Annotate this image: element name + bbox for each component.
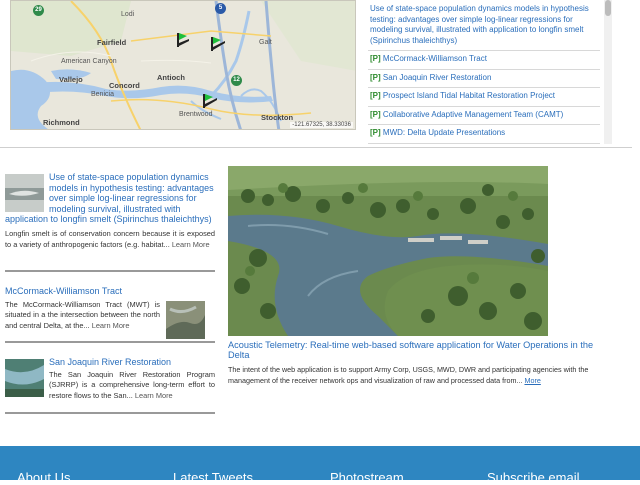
list-item[interactable]: Use of state-space population dynamics m… [368, 0, 600, 51]
footer-heading-subscribe-email: Subscribe email [487, 470, 580, 485]
list-item-label[interactable]: Prospect Island Tidal Habitat Restoratio… [383, 91, 555, 100]
list-item-tag: [P] [370, 109, 381, 119]
hero-title-link[interactable]: Acoustic Telemetry: Real-time web-based … [228, 340, 603, 360]
place-vallejo: Vallejo [59, 75, 83, 84]
feature-card-longfin-smelt: Use of state-space population dynamics m… [5, 172, 215, 272]
highway-12-shield: 12 [231, 75, 242, 86]
list-scrollbar[interactable] [604, 0, 612, 144]
site-footer: About Us Latest Tweets Photostream Subsc… [0, 446, 640, 485]
footer-heading-photostream: Photostream [330, 470, 404, 485]
hero-more-link[interactable]: More [524, 376, 540, 385]
hero-summary: The intent of the web application is to … [228, 364, 604, 386]
hero-image[interactable] [228, 166, 548, 336]
section-divider [0, 147, 632, 148]
list-item-tag: [P] [370, 72, 381, 82]
place-concord: Concord [109, 81, 140, 90]
learn-more-link[interactable]: Learn More [172, 240, 210, 249]
feature-card-san-joaquin: San Joaquin River Restoration The San Jo… [5, 357, 215, 414]
list-item-tag: [P] [370, 91, 381, 100]
list-item[interactable]: [P] McCormack-Williamson Tract [368, 51, 600, 70]
place-benicia: Benicia [91, 91, 114, 98]
learn-more-link[interactable]: Learn More [92, 321, 130, 330]
place-stockton: Stockton [261, 113, 294, 122]
san-joaquin-thumbnail[interactable] [5, 359, 44, 397]
list-item-label[interactable]: MWD: Delta Update Presentations [383, 128, 505, 137]
highway-29-shield: 29 [33, 5, 44, 16]
map-coordinate-readout: -121.67325, 38.33036 [290, 122, 353, 128]
list-item-tag: [P] [370, 128, 381, 137]
list-item-label[interactable]: Collaborative Adaptive Management Team (… [383, 110, 563, 119]
highway-5-shield: 5 [215, 3, 226, 14]
place-galt: Galt [259, 39, 272, 46]
list-item[interactable]: [P] Collaborative Adaptive Management Te… [368, 107, 600, 125]
list-item-label[interactable]: Use of state-space population dynamics m… [370, 4, 589, 45]
place-american-canyon: American Canyon [61, 58, 117, 65]
feature-card-mccormack-williamson: McCormack-Williamson Tract The McCormack… [5, 286, 215, 343]
list-item-label[interactable]: McCormack-Williamson Tract [383, 54, 487, 63]
project-map[interactable]: 29 5 12 Lodi Fairfield American Canyon V… [10, 0, 356, 130]
list-item[interactable]: [P] MWD: Delta Update Presentations [368, 125, 600, 144]
footer-heading-about-us: About Us [17, 470, 71, 485]
place-brentwood: Brentwood [179, 111, 213, 118]
place-lodi: Lodi [121, 11, 135, 18]
feature-title-link[interactable]: McCormack-Williamson Tract [5, 286, 215, 297]
list-item[interactable]: [P] San Joaquin River Restoration [368, 70, 600, 88]
place-fairfield: Fairfield [97, 38, 127, 47]
place-antioch: Antioch [157, 73, 185, 82]
place-richmond: Richmond [43, 118, 80, 127]
feature-title-link[interactable]: San Joaquin River Restoration [49, 357, 215, 368]
mccormack-williamson-thumbnail[interactable] [166, 300, 205, 339]
list-item[interactable]: [P] Prospect Island Tidal Habitat Restor… [368, 88, 600, 107]
list-scrollbar-thumb[interactable] [605, 0, 611, 16]
list-item-label[interactable]: San Joaquin River Restoration [383, 73, 492, 82]
feature-summary: The McCormack-Williamson Tract (MWT) is … [5, 299, 160, 331]
footer-heading-latest-tweets: Latest Tweets [173, 470, 253, 485]
longfin-smelt-thumbnail[interactable] [5, 174, 44, 212]
learn-more-link[interactable]: Learn More [135, 391, 173, 400]
list-item-tag: [P] [370, 54, 381, 63]
feature-summary: The San Joaquin River Restoration Progra… [49, 369, 215, 401]
project-list: Use of state-space population dynamics m… [368, 0, 600, 144]
hero-river-illustration [228, 166, 548, 336]
